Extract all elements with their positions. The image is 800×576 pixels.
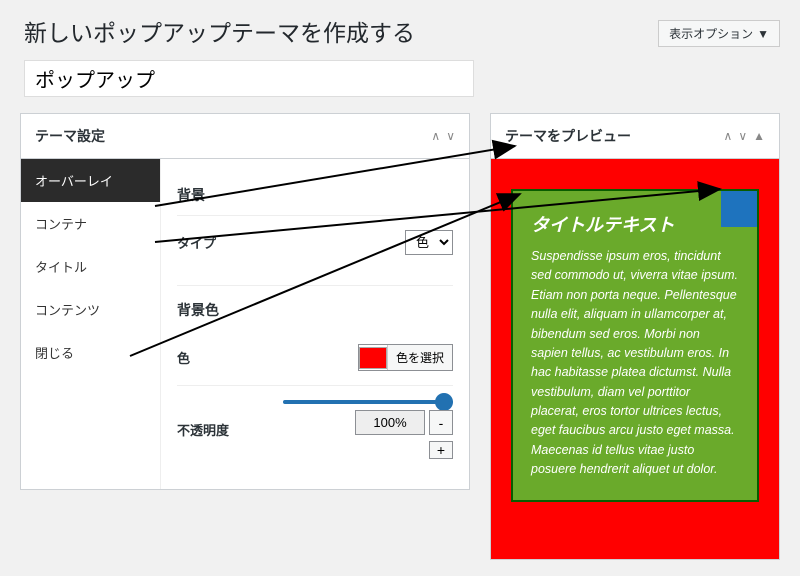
preview-heading: テーマをプレビュー (505, 126, 631, 146)
tab-close[interactable]: 閉じる (21, 331, 160, 374)
screen-options-button[interactable]: 表示オプション ▼ (658, 20, 780, 47)
type-select[interactable]: 色 (405, 230, 453, 255)
theme-settings-heading: テーマ設定 (35, 126, 105, 146)
close-icon[interactable] (721, 191, 757, 227)
theme-settings-panel: テーマ設定 ∧ ∨ オーバーレイ コンテナ タイトル コンテンツ 閉じる (20, 113, 470, 490)
chevron-down-icon[interactable]: ∨ (738, 129, 747, 143)
color-swatch-icon (359, 347, 387, 369)
overlay-tab-content: 背景 タイプ 色 背景色 色 色を選択 (161, 159, 469, 489)
settings-tabs: オーバーレイ コンテナ タイトル コンテンツ 閉じる (21, 159, 161, 489)
chevron-up-icon[interactable]: ∧ (431, 129, 440, 143)
preview-popup-content: Suspendisse ipsum eros, tincidunt sed co… (531, 247, 739, 480)
screen-options-label: 表示オプション (669, 25, 753, 42)
select-color-button[interactable]: 色を選択 (387, 345, 452, 370)
opacity-increment-button[interactable]: + (429, 441, 453, 459)
caret-up-icon[interactable]: ▲ (753, 129, 765, 143)
preview-popup-container: タイトルテキスト Suspendisse ipsum eros, tincidu… (511, 189, 759, 502)
color-picker[interactable]: 色を選択 (358, 344, 453, 371)
opacity-decrement-button[interactable]: - (429, 410, 453, 435)
chevron-down-icon[interactable]: ∨ (446, 129, 455, 143)
theme-title-input[interactable] (24, 60, 474, 97)
preview-popup-title: タイトルテキスト (531, 211, 739, 237)
tab-overlay[interactable]: オーバーレイ (21, 159, 160, 202)
tab-container[interactable]: コンテナ (21, 202, 160, 245)
group-background: 背景 (177, 185, 453, 205)
chevron-up-icon[interactable]: ∧ (724, 129, 733, 143)
color-label: 色 (177, 348, 190, 367)
opacity-value-input[interactable] (355, 410, 425, 435)
opacity-slider[interactable] (283, 400, 453, 404)
preview-panel: テーマをプレビュー ∧ ∨ ▲ タイトルテキスト Suspendisse ips… (490, 113, 780, 560)
group-bgcolor: 背景色 (177, 285, 453, 320)
chevron-down-icon: ▼ (757, 27, 769, 41)
opacity-label: 不透明度 (177, 420, 229, 439)
tab-title[interactable]: タイトル (21, 245, 160, 288)
type-label: タイプ (177, 233, 216, 252)
tab-contents[interactable]: コンテンツ (21, 288, 160, 331)
preview-overlay: タイトルテキスト Suspendisse ipsum eros, tincidu… (491, 159, 779, 559)
